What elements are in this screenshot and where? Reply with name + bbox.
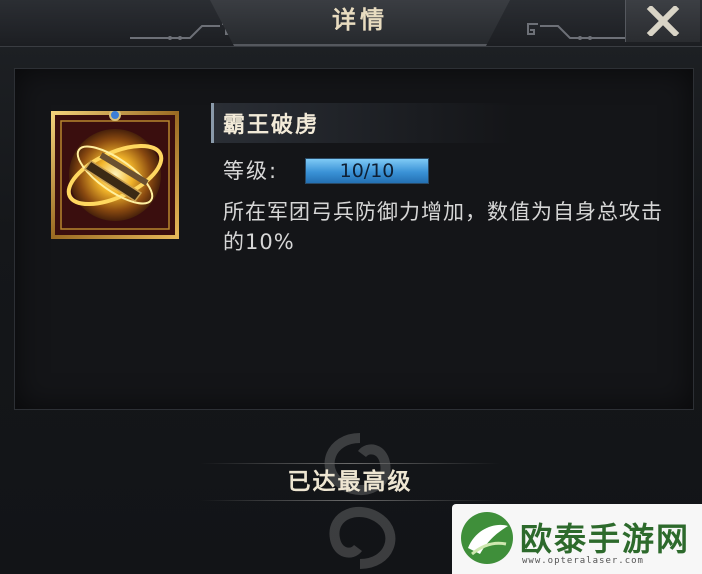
level-value: 10/10	[339, 160, 395, 182]
skill-info-panel: 霸王破虏 等级: 10/10 所在军团弓兵防御力增加，数值为自身总攻击的10%	[14, 68, 694, 410]
max-level-status: 已达最高级	[287, 469, 413, 495]
golden-bow-skill-icon	[51, 111, 179, 239]
dialog-title: 详情	[332, 6, 388, 34]
title-bar: 详情	[0, 0, 702, 47]
leaf-logo-icon	[461, 512, 513, 564]
level-label: 等级:	[223, 159, 279, 183]
watermark: 欧泰手游网 www.opteralaser.com	[452, 504, 702, 574]
divider-top	[200, 463, 500, 464]
watermark-url: www.opteralaser.com	[522, 556, 644, 566]
right-title-ornament	[527, 23, 630, 40]
skill-description: 所在军团弓兵防御力增加，数值为自身总攻击的10%	[223, 200, 663, 254]
close-button[interactable]	[625, 0, 700, 42]
dragon-emblem-icon	[324, 433, 396, 569]
divider-bottom	[200, 500, 500, 501]
skill-name: 霸王破虏	[223, 113, 320, 138]
skill-detail-dialog: 详情 霸王破虏 等级: 10/10 所在军团弓兵防御力增加，数值为自身总攻击的1…	[0, 0, 702, 574]
level-progress-bar: 10/10	[305, 158, 429, 184]
close-x-icon	[646, 6, 680, 36]
watermark-brand: 欧泰手游网	[520, 520, 691, 558]
